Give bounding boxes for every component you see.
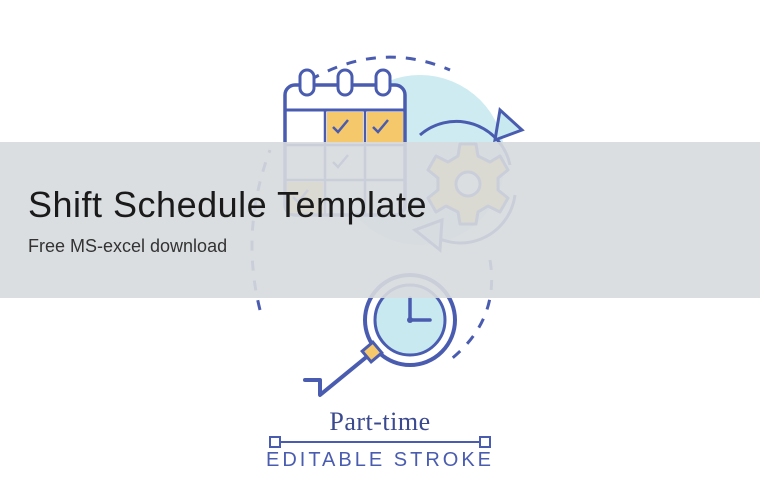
handle-right	[480, 437, 490, 447]
text-overlay-band: Shift Schedule Template Free MS-excel do…	[0, 142, 760, 298]
page-subtitle: Free MS-excel download	[28, 236, 732, 257]
handle-left	[270, 437, 280, 447]
page-title: Shift Schedule Template	[28, 184, 732, 226]
part-time-text: Part-time	[329, 407, 430, 436]
editable-stroke-text: EDITABLE STROKE	[266, 449, 494, 470]
